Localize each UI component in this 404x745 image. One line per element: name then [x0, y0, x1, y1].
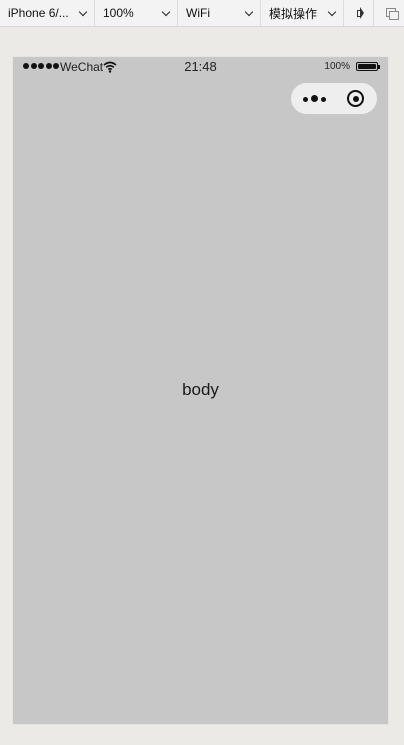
- device-select-label: iPhone 6/...: [8, 6, 69, 20]
- page-body-text: body: [182, 380, 219, 399]
- simulate-action-label: 模拟操作: [269, 6, 318, 21]
- zoom-select-label: 100%: [103, 6, 134, 20]
- sound-toggle-button[interactable]: [344, 0, 374, 26]
- more-dots-icon[interactable]: [303, 95, 326, 102]
- zoom-select[interactable]: 100%: [95, 0, 178, 26]
- chevron-down-icon: [78, 7, 88, 17]
- simulator-toolbar: iPhone 6/... 100% WiFi 模拟操作: [0, 0, 404, 27]
- phone-screen: WeChat 21:48 100% body: [13, 57, 388, 724]
- battery-icon: [356, 62, 378, 71]
- detach-window-button[interactable]: [374, 0, 404, 26]
- chevron-down-icon: [161, 7, 171, 17]
- battery-tip: [378, 65, 380, 69]
- chevron-down-icon: [327, 7, 337, 17]
- simulate-action-select[interactable]: 模拟操作: [261, 0, 344, 26]
- network-select[interactable]: WiFi: [178, 0, 261, 26]
- speaker-cone-shape: [360, 7, 364, 19]
- target-close-icon[interactable]: [347, 90, 364, 107]
- network-select-label: WiFi: [186, 6, 210, 20]
- chevron-down-icon: [244, 7, 254, 17]
- battery-percentage: 100%: [324, 61, 350, 72]
- device-select[interactable]: iPhone 6/...: [0, 0, 95, 26]
- status-bar: WeChat 21:48 100%: [13, 57, 388, 77]
- window-icon-back: [389, 11, 399, 20]
- menu-capsule: [291, 83, 377, 114]
